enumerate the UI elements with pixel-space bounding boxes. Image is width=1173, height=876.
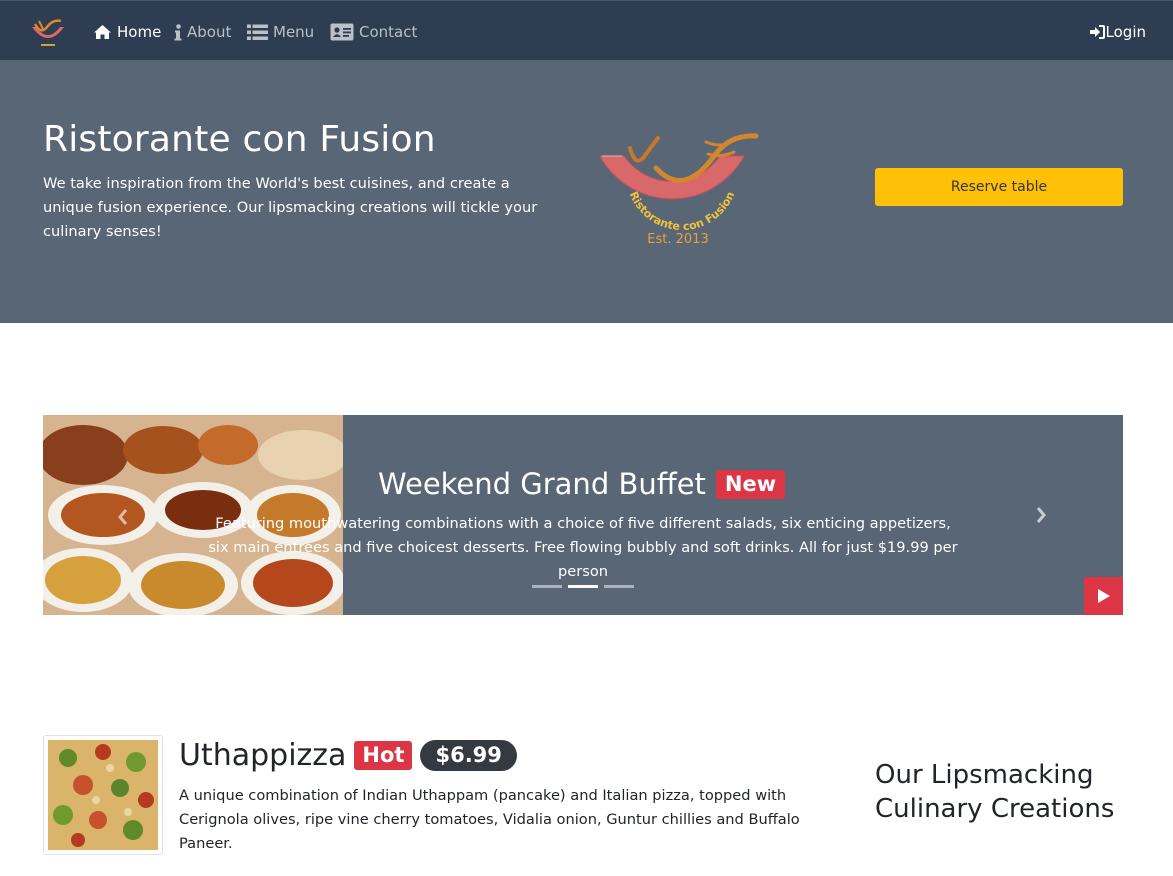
restaurant-logo-icon-large: Ristorante con Fusion Est. 2013 xyxy=(599,133,759,247)
nav-menu-label: Menu xyxy=(273,23,315,41)
logo-est: Est. 2013 xyxy=(647,232,708,247)
sign-in-icon xyxy=(1089,25,1105,39)
login-link[interactable]: Login xyxy=(1089,21,1146,43)
carousel: Weekend Grand Buffet New Featuring mouth… xyxy=(43,415,1123,615)
navbar: Home About Menu Contact Login xyxy=(0,0,1173,60)
carousel-title-row: Weekend Grand Buffet New xyxy=(378,467,786,501)
home-icon xyxy=(94,25,111,39)
dish-name: Uthappizza xyxy=(179,738,347,773)
play-icon xyxy=(1097,589,1110,603)
nav-home-label: Home xyxy=(117,23,162,41)
play-button[interactable] xyxy=(1084,577,1123,615)
carousel-title: Weekend Grand Buffet xyxy=(378,467,706,501)
list-icon xyxy=(247,24,268,40)
login-label: Login xyxy=(1105,23,1146,41)
chevron-right-icon[interactable] xyxy=(1033,505,1049,525)
restaurant-logo-icon[interactable] xyxy=(27,15,69,49)
new-badge: New xyxy=(715,469,786,499)
nav-about[interactable]: About xyxy=(174,21,231,43)
jumbotron: Ristorante con Fusion We take inspiratio… xyxy=(0,60,1173,323)
carousel-indicator-2[interactable] xyxy=(568,585,598,588)
dish-description: A unique combination of Indian Uthappam … xyxy=(179,787,800,852)
nav-about-label: About xyxy=(187,23,232,41)
carousel-indicator-3[interactable] xyxy=(604,585,634,588)
hot-badge: Hot xyxy=(354,741,413,770)
nav-contact-label: Contact xyxy=(359,23,418,41)
carousel-indicators xyxy=(532,585,634,588)
pizza-image xyxy=(48,740,158,850)
buffet-image xyxy=(43,415,343,615)
nav-menu[interactable]: Menu xyxy=(247,21,314,43)
dish-title-row: Uthappizza Hot $6.99 xyxy=(179,738,517,773)
nav-home[interactable]: Home xyxy=(93,21,161,43)
carousel-indicator-1[interactable] xyxy=(532,585,562,588)
side-heading: Our Lipsmacking Culinary Creations xyxy=(875,760,1115,824)
page-title: Ristorante con Fusion xyxy=(43,119,436,160)
jumbotron-description: We take inspiration from the World's bes… xyxy=(43,175,538,240)
dish-thumbnail xyxy=(43,735,163,855)
nav-contact[interactable]: Contact xyxy=(330,21,417,43)
reserve-table-button[interactable]: Reserve table xyxy=(875,168,1123,206)
address-card-icon xyxy=(330,23,354,41)
chevron-left-icon[interactable] xyxy=(115,507,131,527)
info-icon xyxy=(174,23,182,40)
price-badge: $6.99 xyxy=(420,740,517,771)
